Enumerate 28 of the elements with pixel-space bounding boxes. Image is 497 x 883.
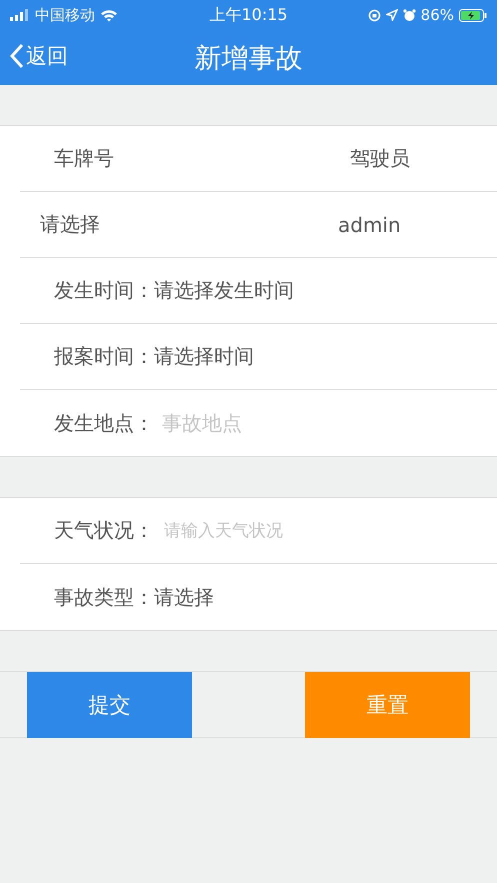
picker-value[interactable]: 请选择发生时间 <box>154 277 294 304</box>
battery-icon <box>459 8 488 22</box>
carrier-name: 中国移动 <box>35 6 95 24</box>
plate-select[interactable]: 请选择 <box>40 211 100 238</box>
input-field[interactable]: 事故地点 <box>162 411 382 435</box>
back-button[interactable]: 返回 <box>10 42 68 70</box>
column-heading: 车牌号 <box>54 145 114 172</box>
field-label: 报案时间： <box>53 343 154 370</box>
column-heading: 驾驶员 <box>350 145 410 172</box>
status-time: 上午10:15 <box>209 4 288 26</box>
picker-value[interactable]: 请选择 <box>154 584 214 610</box>
submit-button[interactable]: 提交 <box>27 672 192 738</box>
chevron-left-icon <box>10 43 24 69</box>
field-label: 发生地点： <box>53 410 154 436</box>
rotation-lock-icon <box>368 8 381 22</box>
field-label: 发生时间： <box>53 277 154 304</box>
field-label: 天气状况： <box>53 517 154 544</box>
input-field[interactable]: 请输入天气状况 <box>164 520 384 540</box>
signal-icon <box>10 9 30 21</box>
alarm-icon <box>402 8 416 22</box>
field-label: 事故类型： <box>53 584 154 610</box>
battery-percent: 86% <box>420 6 454 24</box>
driver-select[interactable]: admin <box>338 212 401 236</box>
page-title: 新增事故 <box>194 42 302 76</box>
picker-value[interactable]: 请选择时间 <box>154 343 254 370</box>
wifi-icon <box>100 8 118 22</box>
back-label[interactable]: 返回 <box>26 42 68 70</box>
location-icon <box>386 9 398 21</box>
